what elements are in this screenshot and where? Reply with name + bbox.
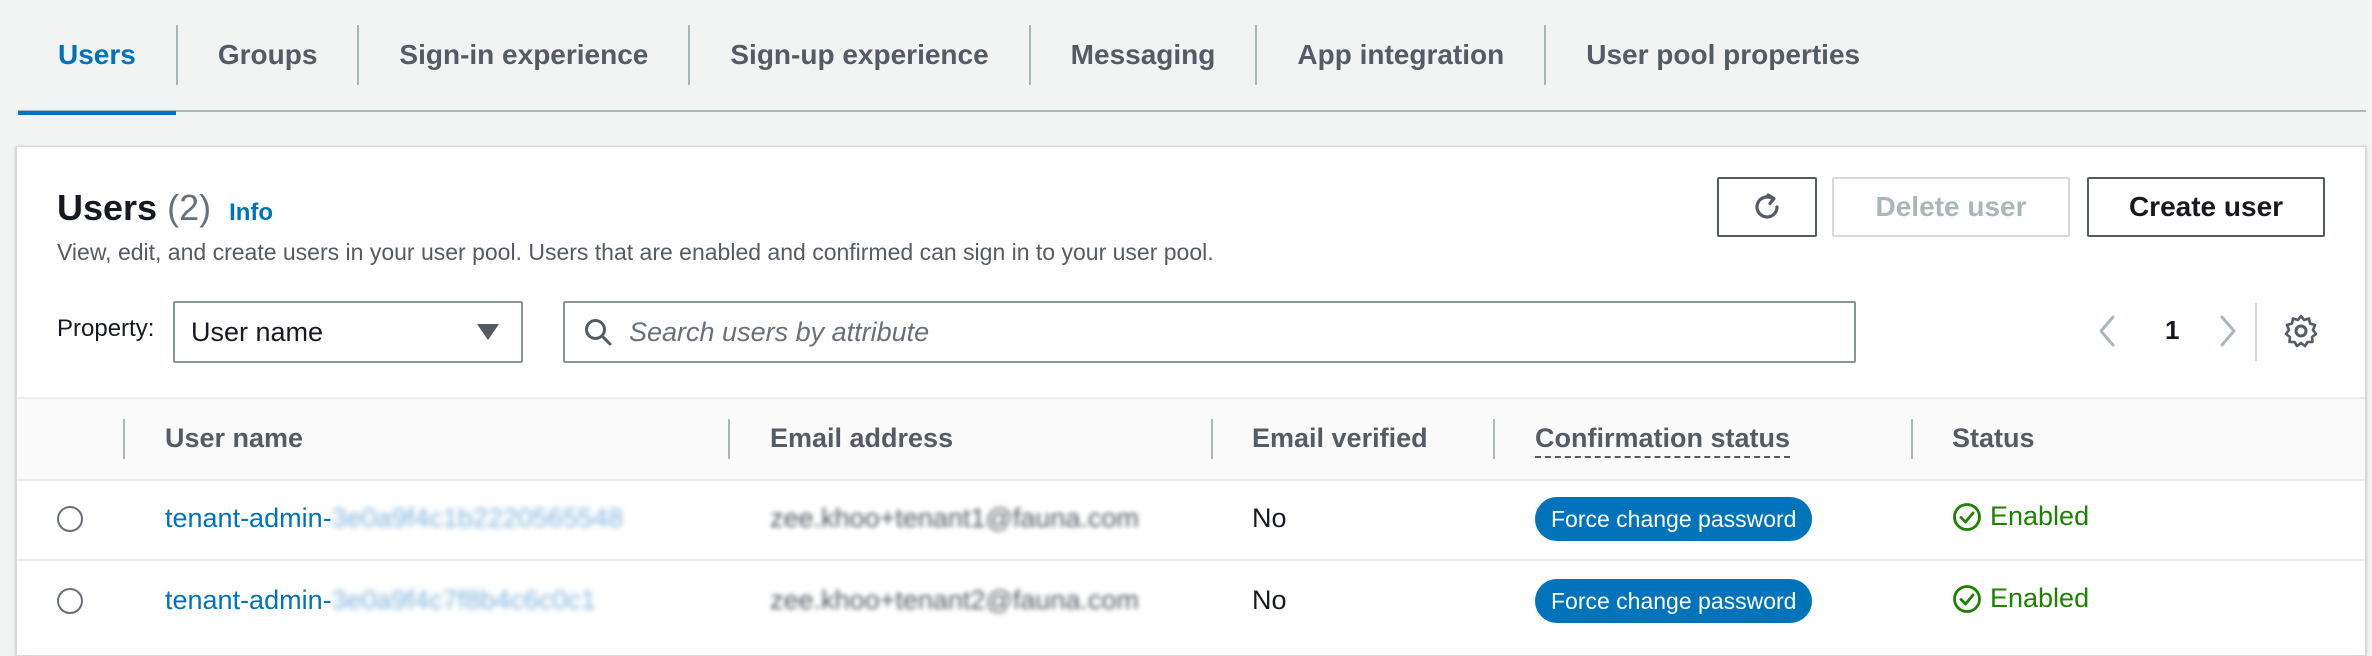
user-name-prefix: tenant-admin- xyxy=(165,585,332,615)
create-user-button[interactable]: Create user xyxy=(2087,177,2325,237)
email-verified: No xyxy=(1252,585,1287,615)
status-text: Enabled xyxy=(1990,501,2090,531)
property-label: Property: xyxy=(57,315,155,342)
page-number[interactable]: 1 xyxy=(2165,315,2179,346)
user-name-link[interactable]: tenant-admin-3e0a9f4c7f8b4c6c0c1 xyxy=(165,585,596,616)
status-badge: Enabled xyxy=(1952,583,2089,614)
table-header: User name Email address Email verified C… xyxy=(17,397,2365,481)
tab-app-integration[interactable]: App integration xyxy=(1257,3,1544,107)
delete-user-button[interactable]: Delete user xyxy=(1832,177,2070,237)
email-redacted: zee.khoo+tenant2@fauna.com xyxy=(770,585,1139,615)
column-divider[interactable] xyxy=(1911,419,1913,459)
column-header-user-name[interactable]: User name xyxy=(165,423,303,454)
confirmation-status-badge: Force change password xyxy=(1535,497,1813,541)
email-address: zee.khoo+tenant2@fauna.com xyxy=(770,585,1139,616)
page-title: Users (2) Info xyxy=(57,187,273,229)
tab-messaging[interactable]: Messaging xyxy=(1031,3,1256,107)
row-select-radio[interactable] xyxy=(57,588,83,614)
tab-groups[interactable]: Groups xyxy=(178,3,358,107)
search-field[interactable] xyxy=(563,301,1856,363)
check-circle-icon xyxy=(1953,584,1981,613)
table-row[interactable]: tenant-admin-3e0a9f4c1b2220565548 zee.kh… xyxy=(17,479,2365,561)
table-settings-button[interactable] xyxy=(2283,313,2319,354)
property-select[interactable]: User name xyxy=(173,301,523,363)
refresh-button[interactable] xyxy=(1717,177,1817,237)
previous-page-button[interactable] xyxy=(2094,313,2122,354)
pager-divider xyxy=(2255,303,2257,361)
user-name-redacted: 3e0a9f4c7f8b4c6c0c1 xyxy=(331,585,596,615)
status-text: Enabled xyxy=(1990,583,2090,613)
tab-users[interactable]: Users xyxy=(18,3,176,115)
title-text: Users xyxy=(57,187,158,228)
chevron-right-icon xyxy=(2220,315,2236,347)
email-verified: No xyxy=(1252,503,1287,533)
table-row[interactable]: tenant-admin-3e0a9f4c7f8b4c6c0c1 zee.kho… xyxy=(17,561,2365,641)
property-select-value: User name xyxy=(191,316,324,347)
email-address: zee.khoo+tenant1@fauna.com xyxy=(770,503,1139,534)
chevron-left-icon xyxy=(2099,315,2115,347)
column-divider[interactable] xyxy=(1211,419,1213,459)
column-divider xyxy=(123,419,125,459)
column-divider[interactable] xyxy=(728,419,730,459)
user-count: (2) xyxy=(167,187,212,228)
page-description: View, edit, and create users in your use… xyxy=(57,239,1214,265)
tab-sign-in-experience[interactable]: Sign-in experience xyxy=(359,3,688,107)
search-input[interactable] xyxy=(627,315,1831,349)
info-link[interactable]: Info xyxy=(229,199,273,227)
user-name-link[interactable]: tenant-admin-3e0a9f4c1b2220565548 xyxy=(165,503,623,534)
tab-sign-up-experience[interactable]: Sign-up experience xyxy=(690,3,1028,107)
search-icon xyxy=(583,317,613,347)
tab-bar: Users Groups Sign-in experience Sign-up … xyxy=(18,0,2366,115)
gear-icon xyxy=(2284,314,2318,348)
column-header-confirmation-status[interactable]: Confirmation status xyxy=(1535,423,1791,458)
user-name-redacted: 3e0a9f4c1b2220565548 xyxy=(331,503,623,533)
email-redacted: zee.khoo+tenant1@fauna.com xyxy=(770,503,1139,533)
tab-user-pool-properties[interactable]: User pool properties xyxy=(1546,3,1900,107)
refresh-icon xyxy=(1755,193,1779,219)
user-name-prefix: tenant-admin- xyxy=(165,503,332,533)
next-page-button[interactable] xyxy=(2213,313,2241,354)
column-header-status[interactable]: Status xyxy=(1952,423,2035,454)
column-divider[interactable] xyxy=(1493,419,1495,459)
confirmation-status-badge: Force change password xyxy=(1535,579,1813,623)
users-panel: Users (2) Info View, edit, and create us… xyxy=(16,146,2366,656)
check-circle-icon xyxy=(1953,502,1981,531)
caret-down-icon xyxy=(477,324,499,340)
row-select-radio[interactable] xyxy=(57,506,83,532)
column-header-email-verified[interactable]: Email verified xyxy=(1252,423,1428,454)
column-header-email-address[interactable]: Email address xyxy=(770,423,953,454)
status-badge: Enabled xyxy=(1952,501,2089,532)
